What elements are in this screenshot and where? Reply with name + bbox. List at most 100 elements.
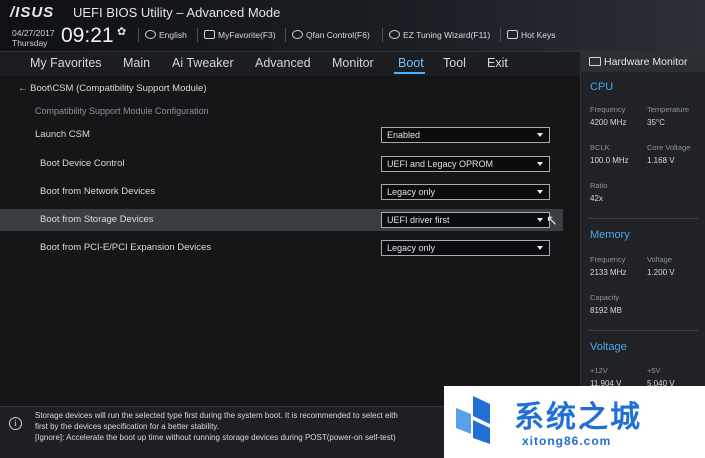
boot-pcie-dropdown[interactable]: Legacy only [381, 240, 550, 256]
ez-tuning-wizard-button[interactable]: EZ Tuning Wizard(F11) [389, 30, 490, 40]
dropdown-arrow-icon [537, 162, 543, 166]
page-subtitle: Compatibility Support Module Configurati… [35, 106, 209, 116]
bclk-value: 100.0 MHz [590, 156, 629, 165]
dropdown-value: Legacy only [387, 243, 436, 253]
tab-tool[interactable]: Tool [443, 56, 466, 70]
v12-label: +12V [590, 366, 608, 375]
capacity-value: 8192 MB [590, 306, 623, 315]
watermark: 系统之城 xitong86.com [444, 386, 705, 458]
date-display: 04/27/2017 Thursday [12, 28, 55, 48]
ez-tuning-label: EZ Tuning Wizard(F11) [403, 30, 491, 40]
setting-label: Boot from Network Devices [40, 186, 156, 197]
setting-row-boot-pcie[interactable]: Boot from PCI-E/PCI Expansion Devices Le… [0, 237, 563, 259]
watermark-logo-icon [456, 396, 490, 444]
back-arrow-icon[interactable]: ← [18, 83, 28, 94]
boot-storage-dropdown[interactable]: UEFI driver first [381, 212, 550, 228]
tab-main[interactable]: Main [123, 56, 150, 70]
cpu-frequency-value: 4200 MHz [590, 118, 627, 127]
boot-network-dropdown[interactable]: Legacy only [381, 184, 550, 200]
app-title: UEFI BIOS Utility – Advanced Mode [73, 5, 281, 20]
cpu-frequency-label: Frequency [590, 105, 626, 114]
info-icon: i [9, 417, 22, 430]
myfavorite-label: MyFavorite(F3) [218, 30, 276, 40]
memory-section-title: Memory [590, 229, 630, 241]
watermark-url: xitong86.com [522, 434, 612, 448]
launch-csm-dropdown[interactable]: Enabled [381, 127, 550, 143]
memory-voltage-label: Voltage [647, 255, 673, 264]
weekday-text: Thursday [12, 38, 48, 48]
setting-row-boot-device-control[interactable]: Boot Device Control UEFI and Legacy OPRO… [0, 153, 563, 175]
date-text: 04/27/2017 [12, 28, 55, 38]
toolbar-divider [382, 28, 383, 42]
globe-icon [145, 30, 156, 39]
memory-voltage-value: 1.200 V [647, 268, 675, 277]
bulb-icon [389, 30, 400, 39]
dropdown-arrow-icon [537, 133, 543, 137]
hardware-monitor-header: Hardware Monitor [581, 52, 705, 72]
help-box-icon [507, 30, 518, 39]
toolbar-divider [138, 28, 139, 42]
memory-frequency-label: Frequency [590, 255, 626, 264]
qfan-label: Qfan Control(F6) [306, 30, 370, 40]
setting-label: Boot from Storage Devices [40, 214, 154, 225]
mouse-cursor-icon: ↖ [546, 212, 558, 228]
tab-monitor[interactable]: Monitor [332, 56, 374, 70]
section-divider [588, 218, 698, 219]
language-button[interactable]: English [145, 30, 187, 40]
hot-keys-button[interactable]: Hot Keys [507, 30, 556, 40]
clock-time: 09:21 [61, 24, 114, 47]
dropdown-arrow-icon [537, 190, 543, 194]
dropdown-arrow-icon [537, 246, 543, 250]
hot-keys-label: Hot Keys [521, 30, 556, 40]
help-text-line: first by the devices specification for a… [35, 422, 219, 431]
tab-boot[interactable]: Boot [398, 56, 424, 70]
dropdown-arrow-icon [537, 218, 543, 222]
myfavorite-button[interactable]: MyFavorite(F3) [204, 30, 276, 40]
setting-label: Boot Device Control [40, 158, 125, 169]
watermark-name: 系统之城 [514, 400, 642, 435]
setting-label: Launch CSM [35, 129, 90, 140]
fan-icon [292, 30, 303, 39]
ratio-label: Ratio [590, 181, 608, 190]
dropdown-value: Enabled [387, 130, 421, 140]
help-text-line: Storage devices will run the selected ty… [35, 411, 398, 420]
main-content: ← Boot\CSM (Compatibility Support Module… [0, 76, 580, 406]
capacity-label: Capacity [590, 293, 620, 302]
toolbar-divider [285, 28, 286, 42]
top-bar: /ISUS UEFI BIOS Utility – Advanced Mode … [0, 0, 705, 52]
tab-advanced[interactable]: Advanced [255, 56, 311, 70]
core-voltage-label: Core Voltage [647, 143, 691, 152]
v5-label: +5V [647, 366, 661, 375]
setting-label: Boot from PCI-E/PCI Expansion Devices [40, 242, 212, 253]
language-label: English [159, 30, 187, 40]
main-menu-bar: My Favorites Main Ai Tweaker Advanced Mo… [0, 52, 580, 76]
section-divider [588, 330, 698, 331]
clock-settings-icon[interactable]: ✿ [117, 25, 126, 38]
monitor-icon [589, 57, 601, 66]
boot-device-control-dropdown[interactable]: UEFI and Legacy OPROM [381, 156, 550, 172]
asus-logo: /ISUS [10, 4, 55, 21]
hardware-monitor-title: Hardware Monitor [604, 56, 688, 68]
voltage-section-title: Voltage [590, 341, 627, 353]
dropdown-value: UEFI driver first [387, 215, 450, 225]
hardware-monitor-panel: Hardware Monitor CPU Frequency 4200 MHz … [580, 52, 705, 406]
help-text-line: [Ignore]: Accelerate the boot up time wi… [35, 433, 396, 442]
cpu-section-title: CPU [590, 81, 614, 93]
cpu-temperature-label: Temperature [647, 105, 690, 114]
core-voltage-value: 1.168 V [647, 156, 675, 165]
breadcrumb-text: Boot\CSM (Compatibility Support Module) [30, 83, 207, 94]
active-tab-indicator [394, 72, 425, 74]
setting-row-boot-network[interactable]: Boot from Network Devices Legacy only [0, 181, 563, 203]
dropdown-value: UEFI and Legacy OPROM [387, 159, 494, 169]
dropdown-value: Legacy only [387, 187, 436, 197]
setting-row-launch-csm[interactable]: Launch CSM Enabled [0, 124, 563, 146]
tab-my-favorites[interactable]: My Favorites [30, 56, 102, 70]
tab-ai-tweaker[interactable]: Ai Tweaker [172, 56, 234, 70]
toolbar-divider [500, 28, 501, 42]
setting-row-boot-storage[interactable]: Boot from Storage Devices UEFI driver fi… [0, 209, 563, 231]
tab-exit[interactable]: Exit [487, 56, 508, 70]
cpu-temperature-value: 35°C [647, 118, 665, 127]
breadcrumb[interactable]: ← Boot\CSM (Compatibility Support Module… [18, 83, 207, 94]
qfan-control-button[interactable]: Qfan Control(F6) [292, 30, 370, 40]
bclk-label: BCLK [590, 143, 610, 152]
